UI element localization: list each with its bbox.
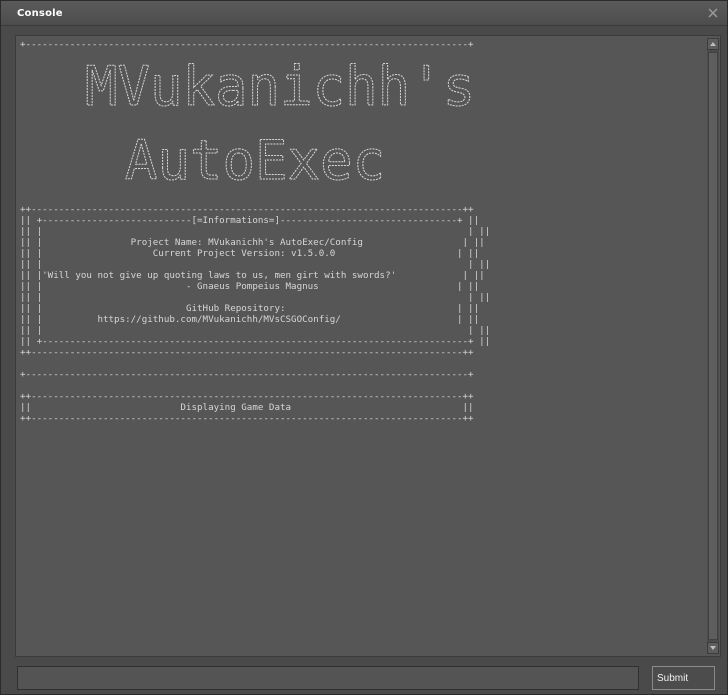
banner-line-2: AutoExec (125, 129, 385, 192)
console-window: Console MVukanichh's AutoExec +---------… (0, 0, 728, 695)
banner-art: MVukanichh's AutoExec (85, 55, 476, 193)
console-command-input[interactable] (17, 666, 639, 690)
scroll-up-arrow-icon[interactable] (707, 38, 719, 50)
submit-button[interactable]: Submit (652, 666, 715, 690)
window-title: Console (17, 8, 63, 19)
banner-line-1: MVukanichh's (85, 55, 475, 118)
console-scrollbar[interactable] (707, 38, 719, 654)
console-output-panel: MVukanichh's AutoExec +-----------------… (15, 35, 721, 657)
console-output: MVukanichh's AutoExec +-----------------… (20, 39, 702, 649)
scroll-thumb[interactable] (708, 52, 718, 640)
close-icon[interactable] (705, 5, 721, 21)
scroll-down-arrow-icon[interactable] (707, 642, 719, 654)
title-bar[interactable]: Console (1, 1, 727, 26)
